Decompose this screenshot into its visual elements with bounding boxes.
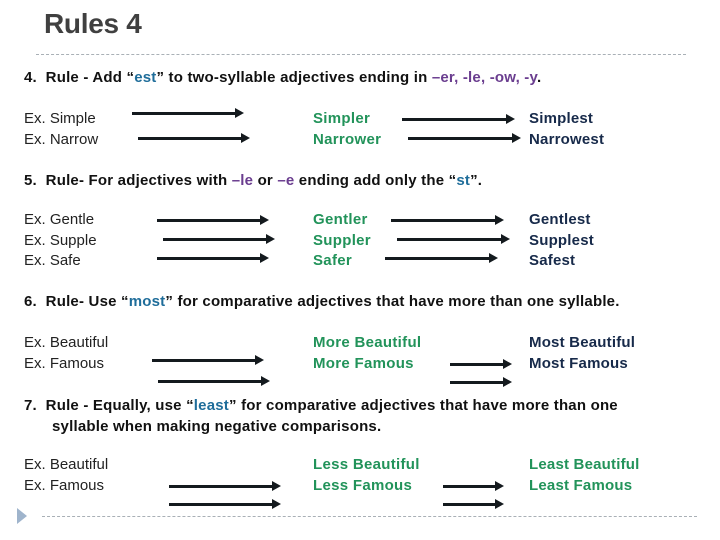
right-arrow-icon [169,499,281,509]
comparative-word: Suppler [313,231,371,249]
rule-5-base-column: Ex. Gentle Ex. Supple Ex. Safe [24,210,97,272]
right-arrow-icon [157,215,269,225]
rule-7-superlative-column: Least Beautiful Least Famous [529,455,640,496]
rule-5-heading: 5. Rule- For adjectives with –le or –e e… [24,170,482,191]
title-divider [36,54,686,55]
rule-number: 6. [24,293,37,310]
right-arrow-icon [385,253,498,263]
superlative-word: Safest [529,252,576,269]
base-word: Ex. Narrow [24,130,99,148]
comparative-word: More Famous [313,354,414,372]
rule-6-superlative-column: Most Beautiful Most Famous [529,333,635,374]
rule-keyword: st [456,172,471,189]
rule-4-base-column: Ex. Simple Ex. Narrow [24,109,98,150]
rule-6-comparative-column: More Beautiful More Famous [313,333,421,374]
base-word: Ex. Famous [24,476,105,494]
superlative-word: Supplest [529,231,594,249]
right-arrow-icon [408,133,521,143]
superlative-word: Narrowest [529,130,605,148]
right-arrow-icon [157,253,269,263]
rule-suffixes: –er, -le, -ow, -y [431,69,537,86]
rule-5-comparative-column: Gentler Suppler Safer [313,210,371,272]
rule-suffix: –e [277,172,295,189]
comparative-word: Less Famous [313,476,413,494]
rule-keyword: most [128,293,166,310]
rule-text: Rule- Use “ [45,293,129,310]
right-arrow-icon [158,376,270,386]
rule-text: ” to two-syllable adjectives ending in [156,69,432,86]
right-arrow-icon [391,215,504,225]
rule-keyword: est [134,69,157,86]
right-arrow-icon [138,133,250,143]
comparative-word: Less Beautiful [313,456,420,473]
base-word: Ex. Safe [24,252,81,269]
comparative-word: Narrower [313,130,382,148]
right-arrow-icon [443,481,504,491]
base-word: Ex. Gentle [24,211,95,228]
superlative-word: Gentlest [529,211,591,228]
rule-number: 7. [24,397,37,414]
superlative-word: Least Famous [529,476,633,494]
comparative-word: More Beautiful [313,334,422,351]
rule-6-heading: 6. Rule- Use “most” for comparative adje… [24,291,620,312]
bottom-divider [42,516,697,517]
base-word: Ex. Supple [24,231,97,249]
rule-text: ” for comparative adjectives that have m… [165,293,620,310]
rule-7-base-column: Ex. Beautiful Ex. Famous [24,455,108,496]
rule-text-continued: syllable when making negative comparison… [52,418,382,435]
base-word: Ex. Famous [24,354,105,372]
right-arrow-icon [450,359,512,369]
rule-4-heading: 4. Rule - Add “est” to two-syllable adje… [24,67,541,88]
right-arrow-icon [397,234,510,244]
comparative-word: Gentler [313,211,368,228]
rule-suffix: –le [231,172,254,189]
rule-4-superlative-column: Simplest Narrowest [529,109,604,150]
rule-number: 5. [24,172,37,189]
right-arrow-icon [152,355,264,365]
rule-text: or [253,172,278,189]
right-arrow-icon [163,234,275,244]
rule-7-heading: 7. Rule - Equally, use “least” for compa… [24,395,618,437]
rule-4-comparative-column: Simpler Narrower [313,109,381,150]
rule-text: Rule - Equally, use “ [45,397,194,414]
rule-text: Rule- For adjectives with [45,172,232,189]
rule-text: ” for comparative adjectives that have m… [229,397,618,414]
right-arrow-icon [169,481,281,491]
base-word: Ex. Simple [24,110,96,127]
rule-keyword: least [193,397,229,414]
rule-text: ”. [470,172,483,189]
rule-number: 4. [24,69,37,86]
right-arrow-icon [132,108,244,118]
right-arrow-icon [443,499,504,509]
rule-text: ending add only the “ [294,172,457,189]
superlative-word: Simplest [529,110,594,127]
triangle-bullet-icon [17,508,27,524]
superlative-word: Most Beautiful [529,334,636,351]
rule-6-base-column: Ex. Beautiful Ex. Famous [24,333,108,374]
rule-7-comparative-column: Less Beautiful Less Famous [313,455,420,496]
right-arrow-icon [402,114,515,124]
rule-text: Rule - Add “ [45,69,135,86]
right-arrow-icon [450,377,512,387]
superlative-word: Most Famous [529,354,628,372]
base-word: Ex. Beautiful [24,456,109,473]
base-word: Ex. Beautiful [24,334,109,351]
comparative-word: Safer [313,252,353,269]
comparative-word: Simpler [313,110,371,127]
rule-text: . [536,69,542,86]
rule-5-superlative-column: Gentlest Supplest Safest [529,210,594,272]
superlative-word: Least Beautiful [529,456,640,473]
slide-title: Rules 4 [44,8,142,39]
